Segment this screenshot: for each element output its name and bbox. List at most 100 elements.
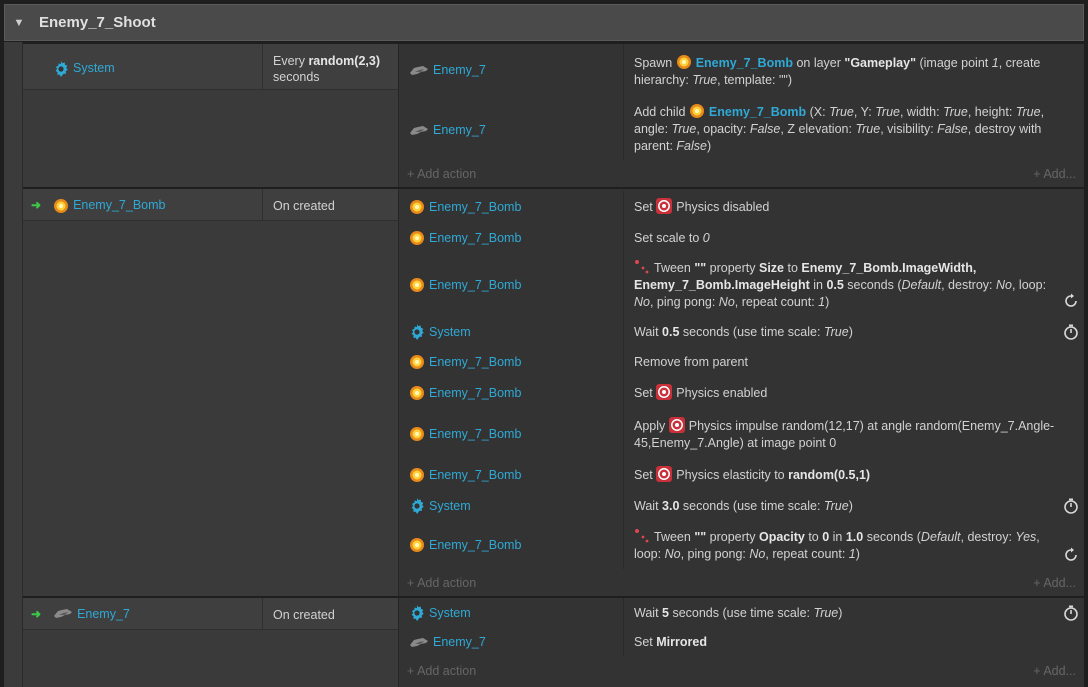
action-text-part: , opacity: xyxy=(696,122,750,136)
action-text[interactable]: Set Physics disabled xyxy=(623,191,1085,223)
action-row[interactable]: Enemy_7_Bomb Tween "" property Opacity t… xyxy=(399,521,1085,569)
add-action-button[interactable]: + Add action xyxy=(407,167,476,181)
action-object-ref[interactable]: Enemy_7_Bomb xyxy=(696,56,793,70)
collapse-caret-icon[interactable]: ▼ xyxy=(5,17,33,29)
add-more-button[interactable]: + Add... xyxy=(1033,167,1076,181)
action-object[interactable]: Enemy_7_Bomb xyxy=(429,278,521,292)
action-object[interactable]: System xyxy=(429,325,471,339)
loop-icon[interactable] xyxy=(1063,547,1079,563)
condition-text[interactable]: On created xyxy=(262,598,398,629)
action-object-cell: System xyxy=(399,598,623,628)
action-text-part: , visibility: xyxy=(880,122,938,136)
timer-icon[interactable] xyxy=(1063,324,1079,340)
action-text-part: ) xyxy=(838,605,843,620)
action-text[interactable]: Spawn Enemy_7_Bomb on layer "Gameplay" (… xyxy=(623,44,1085,96)
event-2[interactable]: ➜ Enemy_7_Bomb On created Enemy_7_Bomb S… xyxy=(23,188,1084,596)
action-text-part: Set xyxy=(634,634,657,649)
action-param: Mirrored xyxy=(656,634,707,649)
condition-object[interactable]: Enemy_7_Bomb xyxy=(73,198,165,212)
action-row[interactable]: Enemy_7 Add child Enemy_7_Bomb (X: True,… xyxy=(399,96,1085,160)
action-param: True xyxy=(823,324,849,339)
action-text[interactable]: Remove from parent xyxy=(623,347,1085,377)
event-1[interactable]: System Every random(2,3) seconds Enemy_7… xyxy=(23,43,1084,187)
action-object-ref[interactable]: Enemy_7_Bomb xyxy=(709,105,806,119)
action-object[interactable]: Enemy_7 xyxy=(433,635,486,649)
action-text-part: seconds ( xyxy=(863,529,921,544)
action-row[interactable]: System Wait 0.5 seconds (use time scale:… xyxy=(399,317,1085,347)
action-text-part: , loop: xyxy=(1011,278,1047,292)
action-object[interactable]: Enemy_7 xyxy=(433,63,486,77)
condition-column xyxy=(23,189,398,596)
action-object[interactable]: Enemy_7_Bomb xyxy=(429,468,521,482)
action-text-part: Tween xyxy=(654,261,695,275)
action-row[interactable]: Enemy_7_Bomb Tween "" property Size to E… xyxy=(399,253,1085,317)
bomb-sprite-icon xyxy=(689,103,705,119)
add-more-button[interactable]: + Add... xyxy=(1033,664,1076,678)
condition-row[interactable]: ➜ Enemy_7 On created xyxy=(23,598,398,630)
action-object[interactable]: Enemy_7_Bomb xyxy=(429,538,521,552)
action-text[interactable]: Add child Enemy_7_Bomb (X: True, Y: True… xyxy=(623,96,1085,160)
action-text-part: on layer xyxy=(792,56,845,70)
action-object[interactable]: Enemy_7 xyxy=(433,123,486,137)
condition-text-pre: Every xyxy=(273,54,309,68)
action-row[interactable]: Enemy_7_Bomb Set Physics enabled xyxy=(399,377,1085,409)
action-object[interactable]: System xyxy=(429,606,471,620)
timer-icon[interactable] xyxy=(1063,498,1079,514)
action-object[interactable]: Enemy_7_Bomb xyxy=(429,231,521,245)
action-row[interactable]: Enemy_7_Bomb Apply Physics impulse rando… xyxy=(399,409,1085,459)
action-object[interactable]: System xyxy=(429,499,471,513)
group-left-rail xyxy=(4,42,23,687)
action-object-cell: System xyxy=(399,317,623,347)
bomb-sprite-icon xyxy=(409,277,425,293)
action-row[interactable]: System Wait 3.0 seconds (use time scale:… xyxy=(399,491,1085,521)
action-text[interactable]: Wait 3.0 seconds (use time scale: True) xyxy=(623,491,1085,521)
add-action-button[interactable]: + Add action xyxy=(407,576,476,590)
action-text-part: , ping pong: xyxy=(680,546,750,561)
action-text[interactable]: Apply Physics impulse random(12,17) at a… xyxy=(623,409,1085,459)
action-row[interactable]: Enemy_7_Bomb Remove from parent xyxy=(399,347,1085,377)
action-row[interactable]: Enemy_7_Bomb Set Physics disabled xyxy=(399,191,1085,223)
action-param: 0 xyxy=(702,230,710,245)
timer-icon[interactable] xyxy=(1063,605,1079,621)
action-text-part: , repeat count: xyxy=(734,295,819,309)
action-text-part: , Z elevation: xyxy=(780,122,856,136)
action-row[interactable]: Enemy_7 Spawn Enemy_7_Bomb on layer "Gam… xyxy=(399,44,1085,96)
action-row[interactable]: Enemy_7_Bomb Set scale to 0 xyxy=(399,223,1085,253)
condition-text[interactable]: Every random(2,3) seconds xyxy=(262,44,398,89)
action-object-cell: Enemy_7_Bomb xyxy=(399,347,623,377)
add-more-button[interactable]: + Add... xyxy=(1033,576,1076,590)
action-text[interactable]: Wait 5 seconds (use time scale: True) xyxy=(623,598,1085,628)
action-text[interactable]: Tween "" property Opacity to 0 in 1.0 se… xyxy=(623,521,1085,569)
action-text[interactable]: Set Physics elasticity to random(0.5,1) xyxy=(623,459,1085,491)
action-row[interactable]: System Wait 5 seconds (use time scale: T… xyxy=(399,598,1085,628)
event-group-header[interactable]: ▼ Enemy_7_Shoot xyxy=(4,4,1084,41)
condition-object[interactable]: System xyxy=(73,61,115,75)
action-object[interactable]: Enemy_7_Bomb xyxy=(429,386,521,400)
action-text[interactable]: Set scale to 0 xyxy=(623,223,1085,253)
action-text-part: , height: xyxy=(967,105,1016,119)
action-text[interactable]: Tween "" property Size to Enemy_7_Bomb.I… xyxy=(623,253,1085,317)
condition-row[interactable]: System Every random(2,3) seconds xyxy=(23,44,398,90)
action-param: False xyxy=(937,122,968,136)
action-text[interactable]: Wait 0.5 seconds (use time scale: True) xyxy=(623,317,1085,347)
action-row[interactable]: Enemy_7 Set Mirrored xyxy=(399,628,1085,656)
action-object[interactable]: Enemy_7_Bomb xyxy=(429,355,521,369)
action-row[interactable]: Enemy_7_Bomb Set Physics elasticity to r… xyxy=(399,459,1085,491)
action-text-part: , Y: xyxy=(853,105,876,119)
action-text[interactable]: Set Physics enabled xyxy=(623,377,1085,409)
action-column: Enemy_7_Bomb Set Physics disabled Enemy_… xyxy=(398,189,1084,596)
action-text[interactable]: Set Mirrored xyxy=(623,628,1085,656)
action-object-cell: Enemy_7_Bomb xyxy=(399,223,623,253)
condition-text-bold: random(2,3) xyxy=(308,54,380,68)
action-param: Yes xyxy=(1015,529,1037,544)
add-action-button[interactable]: + Add action xyxy=(407,664,476,678)
loop-icon[interactable] xyxy=(1063,293,1079,309)
event-3[interactable]: ➜ Enemy_7 On created System Wait 5 secon… xyxy=(23,597,1084,687)
condition-text[interactable]: On created xyxy=(262,189,398,220)
action-param: True xyxy=(855,122,881,136)
action-object[interactable]: Enemy_7_Bomb xyxy=(429,200,521,214)
action-object[interactable]: Enemy_7_Bomb xyxy=(429,427,521,441)
condition-object[interactable]: Enemy_7 xyxy=(77,607,130,621)
condition-row[interactable]: ➜ Enemy_7_Bomb On created xyxy=(23,189,398,221)
action-param: True xyxy=(813,605,839,620)
